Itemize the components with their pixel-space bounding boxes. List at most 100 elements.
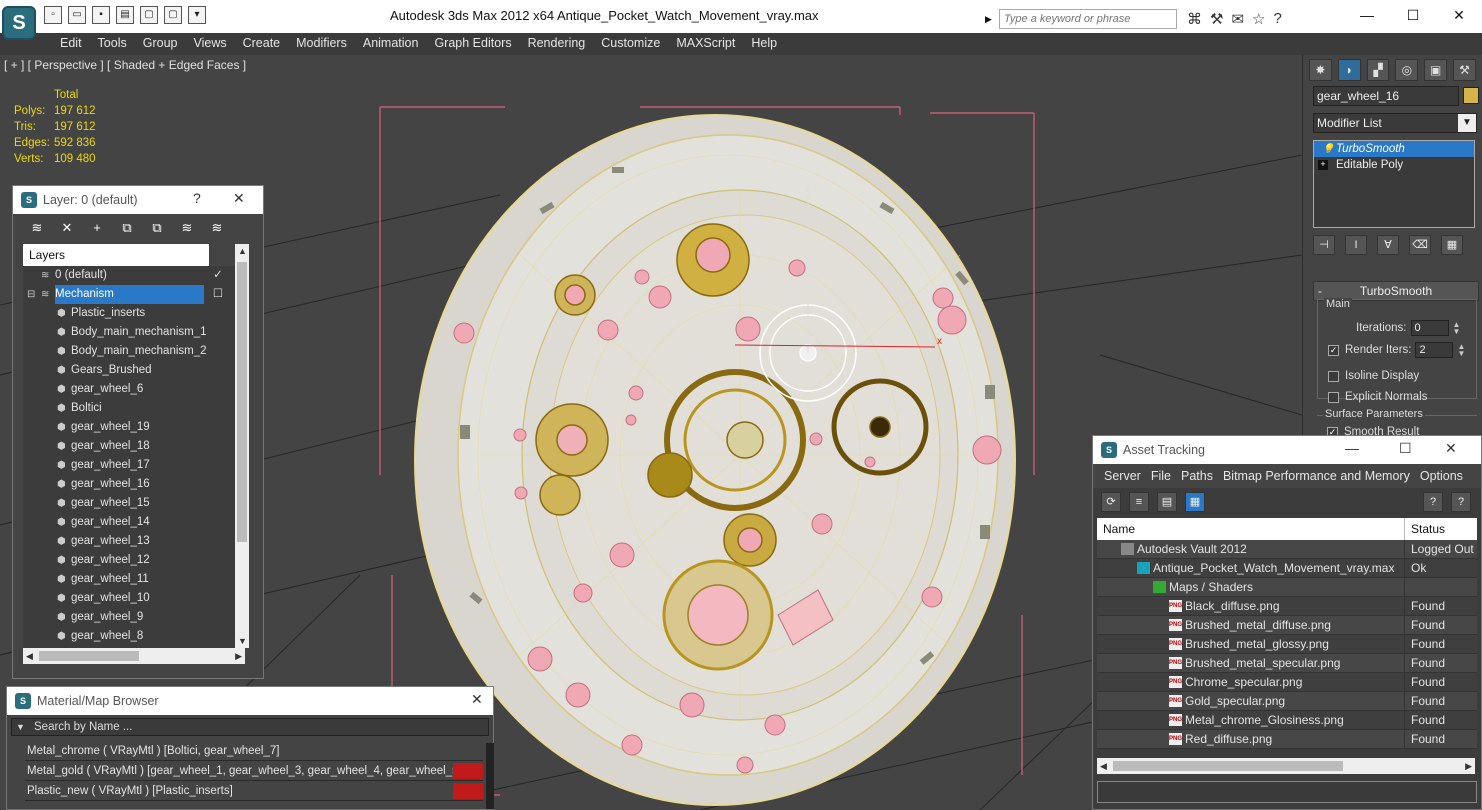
stack-item-editable-poly[interactable]: + Editable Poly	[1314, 157, 1474, 173]
create-tab-icon[interactable]: ✸	[1309, 59, 1332, 81]
list-view-icon[interactable]: ≡	[1129, 492, 1149, 512]
layer-row[interactable]: ⬢ gear_wheel_16	[23, 475, 245, 494]
material-item[interactable]: Plastic_new ( VRayMtl ) [Plastic_inserts…	[25, 781, 483, 801]
menu-server[interactable]: Server	[1099, 464, 1146, 488]
subscription-icon[interactable]: ⚒	[1210, 10, 1223, 28]
freeze-all-layers-icon[interactable]: ≋	[207, 220, 227, 238]
scroll-down-icon[interactable]: ▼	[238, 636, 247, 646]
hide-all-layers-icon[interactable]: ≋	[177, 220, 197, 238]
add-to-layer-icon[interactable]: +	[87, 220, 107, 238]
modify-tab-icon[interactable]: ◗	[1337, 59, 1361, 81]
menu-customize[interactable]: Customize	[593, 33, 668, 55]
scroll-up-icon[interactable]: ▲	[238, 246, 247, 256]
menu-options[interactable]: Options	[1415, 464, 1468, 488]
display-tab-icon[interactable]: ▣	[1424, 59, 1448, 81]
menu-animation[interactable]: Animation	[355, 33, 427, 55]
menu-bitmap-performance[interactable]: Bitmap Performance and Memory	[1218, 464, 1415, 488]
menu-group[interactable]: Group	[135, 33, 186, 55]
menu-views[interactable]: Views	[185, 33, 234, 55]
lightbulb-icon[interactable]: 💡	[1322, 142, 1334, 158]
asset-row[interactable]: PNG Brushed_metal_glossy.png Found	[1097, 635, 1477, 654]
menu-edit[interactable]: Edit	[52, 33, 90, 55]
render-iters-checkbox[interactable]: ✓	[1328, 344, 1339, 356]
hierarchy-tab-icon[interactable]: ▞	[1366, 59, 1390, 81]
collapse-icon[interactable]: ⊟	[27, 285, 35, 304]
close-button[interactable]: ✕	[471, 691, 483, 708]
close-button[interactable]: ✕	[1436, 0, 1482, 30]
layer-row[interactable]: ⬢ gear_wheel_9	[23, 608, 245, 627]
asset-row[interactable]: PNG Brushed_metal_diffuse.png Found	[1097, 616, 1477, 635]
menu-modifiers[interactable]: Modifiers	[288, 33, 355, 55]
scrollbar-thumb[interactable]	[237, 262, 247, 542]
layers-column-header[interactable]: Layers	[23, 244, 209, 266]
toolbar-dropdown-icon[interactable]: ▾	[188, 6, 206, 24]
remove-modifier-icon[interactable]: ⌫	[1409, 235, 1431, 255]
highlight-layer-icon[interactable]: ⧉	[147, 220, 167, 238]
menu-maxscript[interactable]: MAXScript	[668, 33, 743, 55]
spinner-arrows-icon[interactable]: ▲ ▼	[1457, 343, 1465, 358]
maximize-button[interactable]: ☐	[1390, 0, 1436, 30]
scrollbar-thumb[interactable]	[39, 651, 139, 661]
layer-row[interactable]: ⊟ ≋ Mechanism ☐	[23, 285, 245, 304]
communication-icon[interactable]: ✉	[1231, 10, 1244, 28]
iterations-spinner[interactable]: 0	[1410, 320, 1449, 336]
asset-row[interactable]: PNG Metal_chrome_Glosiness.png Found	[1097, 711, 1477, 730]
column-name-header[interactable]: Name	[1097, 518, 1405, 540]
close-button[interactable]: ✕	[233, 190, 245, 207]
menu-rendering[interactable]: Rendering	[520, 33, 594, 55]
menu-help[interactable]: Help	[743, 33, 785, 55]
layer-row[interactable]: ⬢ gear_wheel_12	[23, 551, 245, 570]
keyword-search-input[interactable]	[999, 9, 1177, 29]
menu-paths[interactable]: Paths	[1176, 464, 1218, 488]
help-button[interactable]: ?	[193, 190, 201, 206]
current-layer-checkbox[interactable]: ✓	[208, 266, 228, 285]
table-view-icon[interactable]: ▦	[1185, 492, 1205, 512]
layers-horizontal-scrollbar[interactable]: ◀ ▶	[23, 648, 245, 664]
redo-icon[interactable]: ▢	[164, 6, 182, 24]
help-icon[interactable]: ?	[1273, 10, 1281, 28]
make-unique-icon[interactable]: ∀	[1377, 235, 1399, 255]
material-item[interactable]: Metal_chrome ( VRayMtl ) [Boltici, gear_…	[25, 741, 483, 761]
motion-tab-icon[interactable]: ◎	[1395, 59, 1419, 81]
asset-row[interactable]: Maps / Shaders	[1097, 578, 1477, 597]
layer-row[interactable]: ⬢ gear_wheel_8	[23, 627, 245, 646]
column-status-header[interactable]: Status	[1405, 518, 1477, 540]
material-search-input[interactable]: ▼ Search by Name ...	[11, 718, 489, 736]
asset-row[interactable]: PNG Brushed_metal_specular.png Found	[1097, 654, 1477, 673]
layer-row[interactable]: ⬢ gear_wheel_6	[23, 380, 245, 399]
save-file-icon[interactable]: ▪	[92, 6, 110, 24]
app-logo-icon[interactable]: S	[2, 6, 36, 40]
select-objects-icon[interactable]: ⧉	[117, 220, 137, 238]
asset-row[interactable]: Antique_Pocket_Watch_Movement_vray.max Ok	[1097, 559, 1477, 578]
favorites-star-icon[interactable]: ☆	[1252, 10, 1265, 28]
hold-icon[interactable]: ▤	[116, 6, 134, 24]
menu-create[interactable]: Create	[235, 33, 289, 55]
layer-row[interactable]: ≋ 0 (default) ✓	[23, 266, 245, 285]
scroll-left-icon[interactable]: ◀	[1100, 761, 1107, 772]
scrollbar-thumb[interactable]	[1113, 761, 1343, 771]
layer-row[interactable]: ⬢ Body_main_mechanism_1	[23, 323, 245, 342]
watch-movement-mesh[interactable]	[414, 114, 1016, 806]
layers-vertical-scrollbar[interactable]: ▲ ▼	[235, 244, 249, 648]
help-icon[interactable]: ?	[1423, 492, 1443, 512]
layer-row[interactable]: ⬢ Gears_Brushed	[23, 361, 245, 380]
search-expand-icon[interactable]: ▶	[985, 9, 995, 29]
scroll-right-icon[interactable]: ▶	[235, 651, 242, 662]
layer-row[interactable]: ⬢ Boltici	[23, 399, 245, 418]
material-list-scrollbar[interactable]	[486, 743, 494, 809]
layer-row[interactable]: ⬢ gear_wheel_14	[23, 513, 245, 532]
chevron-down-icon[interactable]: ▼	[1458, 114, 1476, 132]
search-options-icon[interactable]: ▼	[16, 719, 25, 735]
explicit-normals-checkbox[interactable]	[1328, 391, 1339, 403]
show-end-result-icon[interactable]: I	[1345, 235, 1367, 255]
layer-row[interactable]: ⬢ gear_wheel_18	[23, 437, 245, 456]
object-color-swatch[interactable]	[1463, 87, 1479, 104]
layer-row[interactable]: ⬢ gear_wheel_11	[23, 570, 245, 589]
asset-tracking-title-bar[interactable]: S Asset Tracking — ☐ ✕	[1093, 436, 1481, 464]
layer-row[interactable]: ⬢ Body_main_mechanism_2	[23, 342, 245, 361]
asset-row[interactable]: PNG Chrome_specular.png Found	[1097, 673, 1477, 692]
asset-horizontal-scrollbar[interactable]: ◀ ▶	[1097, 758, 1475, 774]
layer-window-title-bar[interactable]: S Layer: 0 (default) ? ✕	[13, 186, 263, 214]
thumbnail-view-icon[interactable]: ▤	[1157, 492, 1177, 512]
configure-modifier-sets-icon[interactable]: ▦	[1441, 235, 1463, 255]
